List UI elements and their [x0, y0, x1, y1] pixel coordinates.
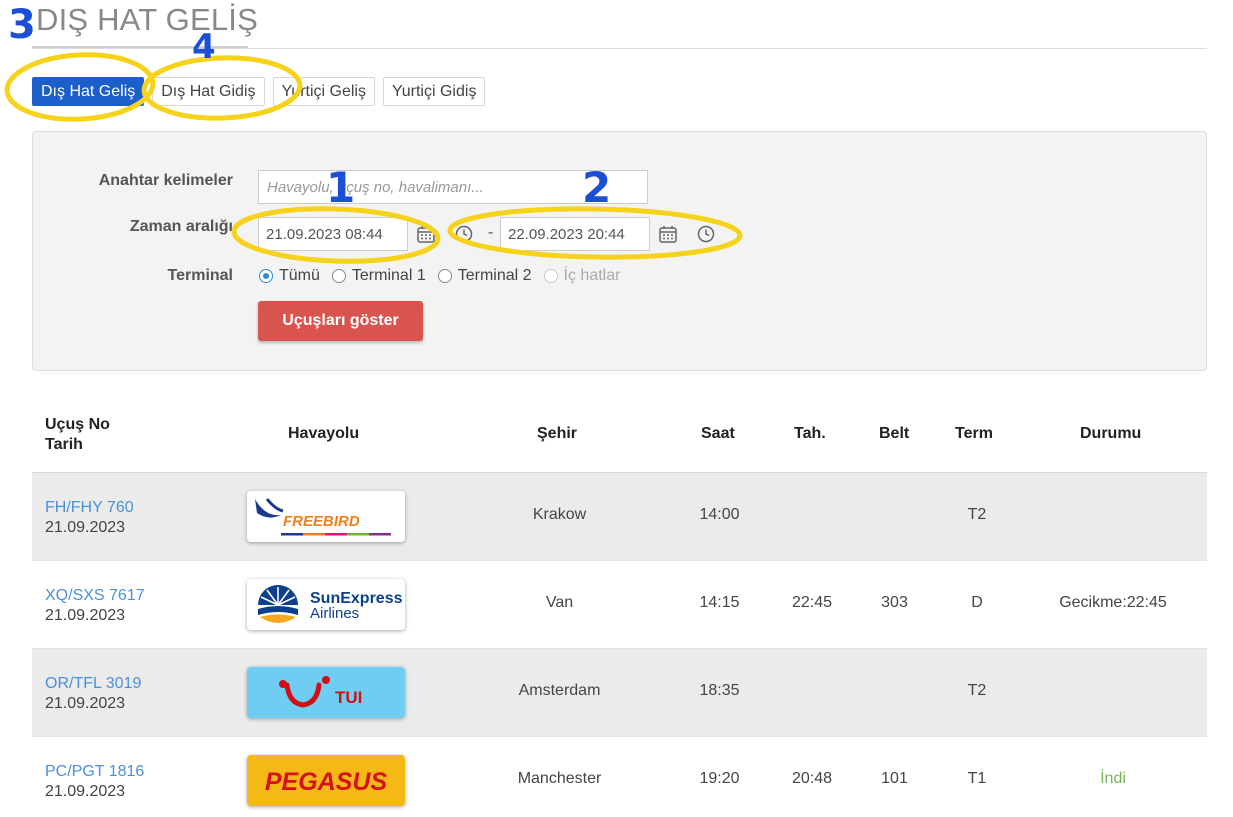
header-belt: Belt: [879, 425, 910, 442]
flight-cell: PC/PGT 1816 21.09.2023: [45, 762, 144, 802]
terminal-cell: T2: [967, 506, 987, 523]
svg-text:FREEBIRD: FREEBIRD: [283, 513, 360, 530]
show-flights-button[interactable]: Uçuşları göster: [258, 301, 423, 341]
annotation-number-3: 3: [8, 2, 36, 48]
time-cell: 14:00: [699, 506, 740, 523]
page-title: DIŞ HAT GELİŞ: [36, 2, 258, 37]
header-terminal: Term: [955, 425, 993, 442]
flight-cell: XQ/SXS 7617 21.09.2023: [45, 586, 145, 626]
flight-cell: OR/TFL 3019 21.09.2023: [45, 674, 141, 714]
tab-international-departures[interactable]: Dış Hat Gidiş: [152, 77, 265, 106]
terminal-option-2[interactable]: Terminal 2: [437, 267, 532, 285]
time-cell: 19:20: [699, 770, 740, 787]
svg-text:Airlines: Airlines: [310, 605, 359, 622]
keywords-label: Anahtar kelimeler: [98, 172, 233, 189]
title-underline: [32, 46, 248, 48]
radio-icon: [331, 269, 346, 283]
time-cell: 18:35: [699, 682, 740, 699]
table-row: FH/FHY 760 21.09.2023 FREEBIRD Krakow 14…: [32, 473, 1207, 561]
end-clock-icon[interactable]: [696, 224, 716, 244]
terminal-option-domestic: İç hatlar: [543, 267, 620, 285]
estimated-cell: 22:45: [791, 594, 833, 611]
start-clock-icon[interactable]: [454, 224, 474, 244]
range-separator: -: [488, 224, 494, 241]
flight-number-link[interactable]: OR/TFL 3019: [45, 674, 141, 694]
terminal-option-1[interactable]: Terminal 1: [331, 267, 426, 285]
svg-text:TUI: TUI: [335, 688, 362, 707]
terminal-cell: D: [971, 594, 983, 611]
end-calendar-icon[interactable]: [658, 224, 678, 244]
terminal-cell: T2: [967, 682, 987, 699]
estimated-cell: 20:48: [791, 770, 833, 787]
header-airline: Havayolu: [288, 425, 360, 442]
city-cell: Manchester: [517, 770, 602, 787]
flight-date: 21.09.2023: [45, 607, 126, 624]
header-city: Şehir: [537, 425, 578, 442]
time-cell: 14:15: [699, 594, 740, 611]
flight-date: 21.09.2023: [45, 519, 126, 536]
radio-selected-icon: [259, 269, 273, 283]
header-status: Durumu: [1080, 425, 1142, 442]
radio-icon: [437, 269, 452, 283]
sunexpress-logo: SunExpress Airlines: [247, 579, 405, 630]
status-cell: İndi: [1100, 770, 1126, 787]
belt-cell: 101: [881, 770, 908, 787]
keywords-input[interactable]: [258, 170, 648, 204]
header-time: Saat: [701, 425, 735, 442]
header-estimated: Tah.: [794, 425, 826, 442]
flights-table: Uçuş No Tarih Havayolu Şehir Saat Tah. B…: [32, 400, 1207, 817]
header-flight-no: Uçuş No Tarih: [45, 416, 110, 453]
flight-type-tabs: Dış Hat Geliş Dış Hat Gidiş Yurtiçi Geli…: [32, 77, 486, 106]
city-cell: Van: [545, 594, 574, 611]
table-header: Uçuş No Tarih Havayolu Şehir Saat Tah. B…: [32, 400, 1207, 473]
flight-number-link[interactable]: XQ/SXS 7617: [45, 586, 145, 606]
status-cell: Gecikme:22:45: [1059, 594, 1167, 611]
radio-icon: [543, 269, 558, 283]
table-row: PC/PGT 1816 21.09.2023 PEGASUS Mancheste…: [32, 737, 1207, 817]
tui-logo: TUI: [247, 667, 405, 718]
city-cell: Amsterdam: [518, 682, 601, 699]
svg-text:PEGASUS: PEGASUS: [265, 768, 388, 796]
start-calendar-icon[interactable]: [416, 224, 436, 244]
terminal-radio-group: Tümü Terminal 1 Terminal 2 İç hatlar: [259, 267, 632, 285]
terminal-option-all[interactable]: Tümü: [259, 267, 320, 285]
flight-number-link[interactable]: PC/PGT 1816: [45, 762, 144, 782]
table-row: OR/TFL 3019 21.09.2023 TUI Amsterdam 18:…: [32, 649, 1207, 737]
time-range-label: Zaman aralığı: [129, 218, 233, 235]
start-datetime-input[interactable]: [258, 217, 408, 251]
pegasus-logo: PEGASUS: [247, 755, 405, 806]
table-row: XQ/SXS 7617 21.09.2023 SunExpress Airlin…: [32, 561, 1207, 649]
tab-domestic-arrivals[interactable]: Yurtiçi Geliş: [272, 77, 375, 106]
flight-date: 21.09.2023: [45, 783, 126, 800]
flight-date: 21.09.2023: [45, 695, 126, 712]
tab-domestic-departures[interactable]: Yurtiçi Gidiş: [382, 77, 486, 106]
terminal-label: Terminal: [167, 267, 234, 284]
freebird-logo: FREEBIRD: [247, 491, 405, 542]
flight-number-link[interactable]: FH/FHY 760: [45, 498, 134, 518]
tab-international-arrivals[interactable]: Dış Hat Geliş: [32, 77, 145, 106]
city-cell: Krakow: [532, 506, 587, 523]
title-divider: [32, 48, 1207, 49]
end-datetime-input[interactable]: [500, 217, 650, 251]
terminal-cell: T1: [967, 770, 987, 787]
flight-cell: FH/FHY 760 21.09.2023: [45, 498, 134, 538]
belt-cell: 303: [881, 594, 908, 611]
filter-panel: Anahtar kelimeler Zaman aralığı - Termin…: [32, 131, 1207, 371]
